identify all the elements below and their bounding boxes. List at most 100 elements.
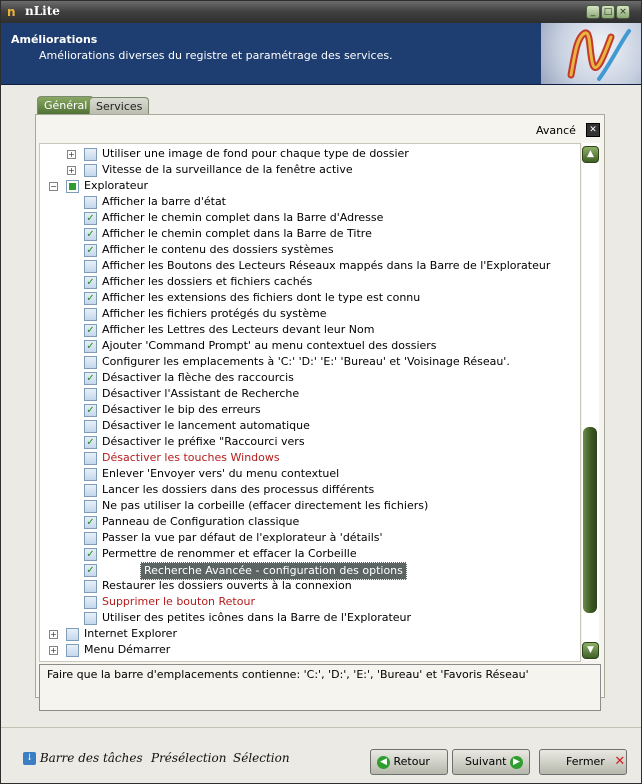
tree-item-checkbox[interactable]	[84, 532, 97, 545]
scroll-thumb[interactable]	[583, 427, 597, 613]
tweaks-tree[interactable]: + Utiliser une image de fond pour chaque …	[39, 143, 581, 662]
tree-item-checkbox[interactable]	[84, 308, 97, 321]
scroll-down-button[interactable]: ▼	[582, 642, 599, 659]
minimize-button[interactable]: _	[586, 5, 600, 19]
tab-general[interactable]: Général	[37, 96, 95, 115]
tree-item[interactable]: ✓ Afficher le contenu des dossiers systèm…	[40, 242, 580, 258]
tree-item[interactable]: Désactiver les touches Windows	[40, 450, 580, 466]
tree-item-label: Enlever 'Envoyer vers' du menu contextue…	[102, 467, 340, 480]
tree-item-checkbox[interactable]	[66, 180, 79, 193]
tree-item-checkbox[interactable]	[66, 644, 79, 657]
tree-item[interactable]: ✓ Panneau de Configuration classique	[40, 514, 580, 530]
tree-item-label: Supprimer le bouton Retour	[102, 595, 255, 608]
tree-item-checkbox[interactable]: ✓	[84, 228, 97, 241]
tree-item-label: Ajouter 'Command Prompt' au menu context…	[102, 339, 437, 352]
tree-item-checkbox[interactable]	[84, 500, 97, 513]
tree-item-checkbox[interactable]: ✓	[84, 276, 97, 289]
tree-item[interactable]: + Vitesse de la surveillance de la fenêtr…	[40, 162, 580, 178]
next-button[interactable]: Suivant ▶	[452, 749, 530, 775]
tree-item-checkbox[interactable]	[84, 484, 97, 497]
collapse-icon[interactable]: −	[49, 182, 58, 191]
tree-item[interactable]: + Internet Explorer	[40, 626, 580, 642]
tree-item[interactable]: Supprimer le bouton Retour	[40, 594, 580, 610]
back-label: Retour	[393, 755, 430, 768]
tree-item[interactable]: − Explorateur	[40, 178, 580, 194]
arrow-left-icon: ◀	[377, 755, 390, 769]
tree-item-checkbox[interactable]	[84, 468, 97, 481]
tree-item-checkbox[interactable]	[84, 164, 97, 177]
tree-scrollbar[interactable]: ▲ ▼	[582, 143, 599, 660]
selection-link[interactable]: Sélection	[233, 751, 290, 765]
close-button[interactable]: Fermer ✕	[539, 749, 627, 775]
expand-icon[interactable]: +	[67, 150, 76, 159]
expand-icon[interactable]: +	[49, 630, 58, 639]
tree-item[interactable]: + Menu Démarrer	[40, 642, 580, 658]
title-bar[interactable]: n nLite _ □ ×	[1, 1, 641, 23]
tree-item-checkbox[interactable]: ✓	[84, 212, 97, 225]
taskbar-link[interactable]: ↓ Barre des tâches	[23, 751, 143, 765]
tree-item-checkbox[interactable]	[84, 388, 97, 401]
tree-item[interactable]: Afficher la barre d'état	[40, 194, 580, 210]
tree-item-label: Explorateur	[84, 179, 149, 192]
tree-item[interactable]: Configurer les emplacements à 'C:' 'D:' …	[40, 354, 580, 370]
maximize-button[interactable]: □	[601, 5, 615, 19]
tree-item[interactable]: Afficher les Boutons des Lecteurs Réseau…	[40, 258, 580, 274]
tree-item[interactable]: ✓ Désactiver le préfixe "Raccourci vers	[40, 434, 580, 450]
tree-item[interactable]: ✓ Ajouter 'Command Prompt' au menu contex…	[40, 338, 580, 354]
tree-item[interactable]: ✓ Afficher les Lettres des Lecteurs devan…	[40, 322, 580, 338]
page-title: Améliorations	[11, 33, 98, 46]
tree-item-checkbox[interactable]	[66, 628, 79, 641]
tree-item[interactable]: Ne pas utiliser la corbeille (effacer di…	[40, 498, 580, 514]
tree-item-checkbox[interactable]	[84, 260, 97, 273]
tree-item[interactable]: ✓ Afficher les extensions des fichiers do…	[40, 290, 580, 306]
tree-item-checkbox[interactable]	[84, 196, 97, 209]
tree-item-checkbox[interactable]: ✓	[84, 244, 97, 257]
tree-item[interactable]: + Utiliser une image de fond pour chaque …	[40, 146, 580, 162]
tree-item[interactable]: Désactiver le lancement automatique	[40, 418, 580, 434]
tree-item-checkbox[interactable]	[84, 356, 97, 369]
tree-item[interactable]: Enlever 'Envoyer vers' du menu contextue…	[40, 466, 580, 482]
expand-icon[interactable]: +	[67, 166, 76, 175]
tree-item-checkbox[interactable]: ✓	[84, 324, 97, 337]
tree-item-checkbox[interactable]: ✓	[84, 372, 97, 385]
tree-item-checkbox[interactable]	[84, 420, 97, 433]
tree-item-checkbox[interactable]: ✓	[84, 404, 97, 417]
tree-item[interactable]: ✓ Désactiver le bip des erreurs	[40, 402, 580, 418]
close-x-icon: ✕	[614, 754, 626, 769]
tree-item-checkbox[interactable]: ✓	[84, 548, 97, 561]
tree-item-checkbox[interactable]	[84, 580, 97, 593]
advanced-toggle-button[interactable]: ✕	[586, 123, 600, 137]
tree-item-checkbox[interactable]: ✓	[84, 340, 97, 353]
tree-item[interactable]: ✓ Désactiver la flèche des raccourcis	[40, 370, 580, 386]
tree-item-checkbox[interactable]	[84, 148, 97, 161]
tree-item[interactable]: ✓ Recherche Avancée - configuration des o…	[40, 562, 580, 580]
tree-item-checkbox[interactable]: ✓	[84, 516, 97, 529]
tree-item[interactable]: ✓ Afficher le chemin complet dans la Barr…	[40, 210, 580, 226]
tree-item[interactable]: Utiliser des petites icônes dans la Barr…	[40, 610, 580, 626]
expand-icon[interactable]: +	[49, 646, 58, 655]
back-button[interactable]: ◀ Retour	[370, 749, 448, 775]
tree-item[interactable]: Restaurer les dossiers ouverts à la conn…	[40, 578, 580, 594]
tree-item[interactable]: Désactiver l'Assistant de Recherche	[40, 386, 580, 402]
advanced-label: Avancé	[536, 124, 576, 137]
tree-item-label: Restaurer les dossiers ouverts à la conn…	[102, 579, 352, 592]
tree-item[interactable]: Passer la vue par défaut de l'explorateu…	[40, 530, 580, 546]
tree-item-checkbox[interactable]: ✓	[84, 564, 97, 577]
scroll-up-button[interactable]: ▲	[582, 146, 599, 163]
next-label: Suivant	[464, 755, 507, 768]
tree-item-checkbox[interactable]: ✓	[84, 292, 97, 305]
tab-services[interactable]: Services	[89, 97, 150, 115]
tree-item-label: Désactiver le bip des erreurs	[102, 403, 261, 416]
preselection-link[interactable]: Présélection	[151, 751, 226, 765]
tree-item-checkbox[interactable]	[84, 596, 97, 609]
tree-item-checkbox[interactable]	[84, 612, 97, 625]
tree-item[interactable]: ✓ Afficher le chemin complet dans la Barr…	[40, 226, 580, 242]
tree-item[interactable]: ✓ Permettre de renommer et effacer la Cor…	[40, 546, 580, 562]
tree-item-checkbox[interactable]: ✓	[84, 436, 97, 449]
tree-item-checkbox[interactable]	[84, 452, 97, 465]
tree-item[interactable]: Afficher les fichiers protégés du systèm…	[40, 306, 580, 322]
tree-item[interactable]: Lancer les dossiers dans des processus d…	[40, 482, 580, 498]
close-window-button[interactable]: ×	[616, 5, 630, 19]
tree-item[interactable]: ✓ Afficher les dossiers et fichiers caché…	[40, 274, 580, 290]
tree-item-label: Afficher les fichiers protégés du systèm…	[102, 307, 327, 320]
